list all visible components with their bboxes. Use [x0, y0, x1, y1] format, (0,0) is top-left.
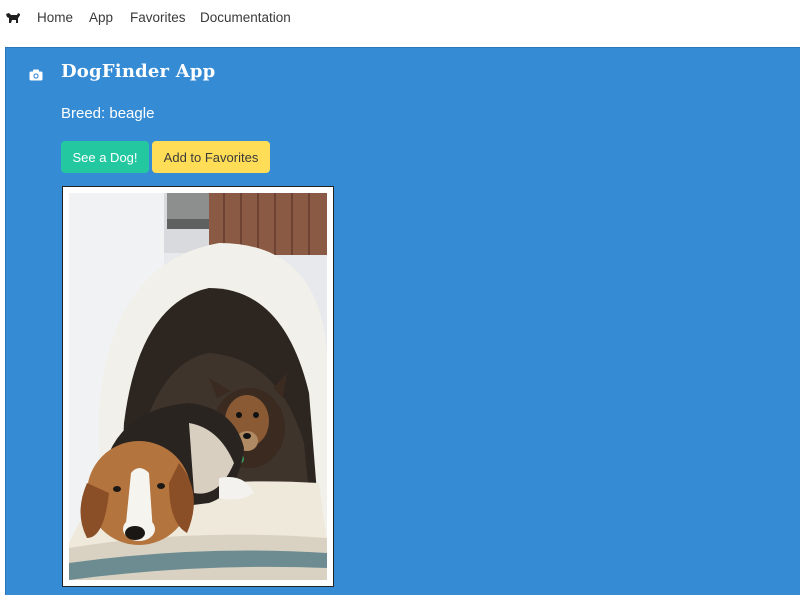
- nav-link-app[interactable]: App: [89, 10, 113, 25]
- nav-link-favorites[interactable]: Favorites: [130, 10, 186, 25]
- dog-icon[interactable]: [5, 11, 21, 25]
- nav-link-documentation[interactable]: Documentation: [200, 10, 291, 25]
- nav-link-home[interactable]: Home: [37, 10, 73, 25]
- add-to-favorites-button[interactable]: Add to Favorites: [152, 141, 270, 173]
- camera-icon: [29, 69, 43, 81]
- breed-label: Breed: beagle: [61, 105, 155, 122]
- dog-photo: [69, 193, 327, 580]
- dogfinder-panel: DogFinder App Breed: beagle See a Dog! A…: [5, 47, 800, 595]
- app-title: DogFinder App: [61, 61, 216, 82]
- dog-photo-frame: [62, 186, 334, 587]
- top-navbar: Home App Favorites Documentation: [0, 0, 800, 38]
- see-a-dog-button[interactable]: See a Dog!: [61, 141, 149, 173]
